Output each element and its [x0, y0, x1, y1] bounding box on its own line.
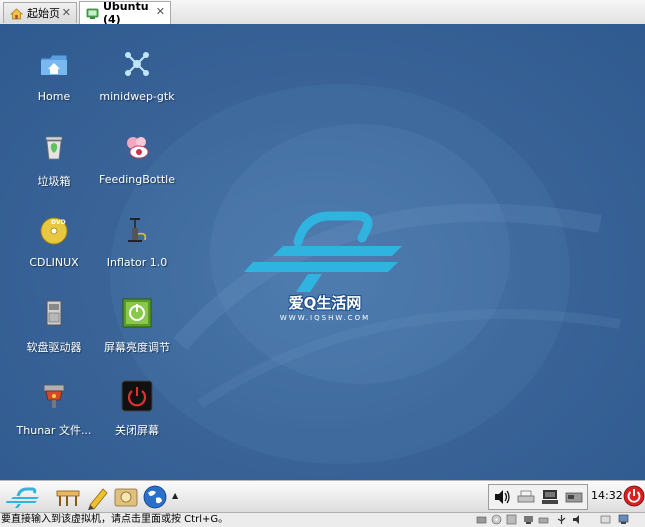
desktop-icon[interactable] [55, 484, 81, 510]
watermark: 爱Q生活网 WWW.IQSHW.COM [270, 292, 380, 322]
desktop-icon-screen-off[interactable]: 关闭屏幕 [91, 376, 183, 446]
desktop-icon-home[interactable]: Home [8, 44, 100, 114]
desktop-icon-brightness[interactable]: 屏幕亮度调节 [91, 293, 183, 363]
close-icon[interactable]: ✕ [62, 6, 71, 19]
desktop-icon-label: CDLINUX [29, 256, 79, 269]
desktop-icon-feedingbottle[interactable]: FeedingBottle [91, 127, 183, 197]
minidwep-icon [125, 52, 149, 76]
display-icon[interactable] [618, 514, 629, 525]
desktop-icon-label: 垃圾箱 [37, 175, 71, 188]
desktop-icon-inflator[interactable]: Inflator 1.0 [91, 210, 183, 280]
inflator-pump-icon [128, 218, 147, 242]
arrow-up-icon[interactable]: ▲ [172, 491, 178, 500]
audio-status-icon[interactable] [572, 514, 583, 525]
vm-icon [86, 8, 99, 19]
dvd-icon: DVD [40, 217, 68, 245]
network-icon[interactable] [541, 489, 559, 505]
watermark-brand: 爱Q生活网 [288, 294, 362, 312]
taskbar: ▲ 14:32 [0, 480, 645, 513]
usb-icon[interactable] [556, 514, 567, 525]
feedingbottle-icon [127, 137, 149, 159]
desktop: 爱Q生活网 WWW.IQSHW.COM Home 垃圾箱 DVD CDLINUX [0, 24, 645, 480]
desktop-icon-minidwep[interactable]: minidwep-gtk [91, 44, 183, 114]
close-icon[interactable]: ✕ [156, 5, 165, 18]
desktop-icon-label: 关闭屏幕 [115, 424, 159, 437]
desktop-icon-trash[interactable]: 垃圾箱 [8, 127, 100, 197]
home-icon [10, 7, 23, 19]
device-icon[interactable] [565, 489, 583, 505]
desktop-icon-label: 屏幕亮度调节 [104, 341, 170, 354]
printer-icon[interactable] [517, 489, 535, 505]
desktop-icon-label: Home [37, 90, 71, 103]
desktop-icon-label: 软盘驱动器 [26, 341, 82, 354]
status-message: 要直接输入到该虚拟机，请点击里面或按 Ctrl+G。 [1, 514, 229, 525]
printer-status-icon[interactable] [538, 514, 549, 525]
watermark-url: WWW.IQSHW.COM [279, 314, 371, 322]
floppy-drive-icon [46, 300, 62, 326]
desktop-icon-label: FeedingBottle [99, 173, 175, 186]
tab-bar: 起始页 ✕ Ubuntu (4) ✕ [0, 0, 645, 26]
tab-ubuntu[interactable]: Ubuntu (4) ✕ [79, 0, 171, 26]
network-status-icon[interactable] [523, 514, 534, 525]
desktop-icon-label: Inflator 1.0 [106, 256, 168, 269]
brightness-icon [122, 298, 152, 328]
desktop-icon-label: minidwep-gtk [99, 90, 175, 103]
hdd-icon[interactable] [476, 514, 487, 525]
volume-icon[interactable] [493, 489, 511, 505]
screen-off-icon [121, 380, 153, 412]
desktop-icon-thunar[interactable]: Thunar 文件... [8, 376, 100, 446]
tab-start-page[interactable]: 起始页 ✕ [3, 2, 77, 23]
desktop-icon-cdlinux[interactable]: DVD CDLINUX [8, 210, 100, 280]
tab-label: 起始页 [27, 7, 60, 20]
svg-text:DVD: DVD [51, 219, 66, 226]
logo-icon [244, 211, 402, 292]
system-tray [488, 484, 588, 510]
start-menu-icon[interactable] [6, 484, 40, 510]
editor-icon[interactable] [85, 484, 111, 510]
message-icon[interactable] [600, 514, 611, 525]
thunar-icon [43, 384, 65, 408]
browser-icon[interactable] [142, 484, 168, 510]
power-icon[interactable] [623, 485, 645, 507]
file-manager-icon[interactable] [113, 484, 139, 510]
desktop-icon-floppy[interactable]: 软盘驱动器 [8, 293, 100, 363]
desktop-icon-label: Thunar 文件... [16, 424, 92, 437]
clock[interactable]: 14:32 [591, 489, 623, 502]
status-bar: 要直接输入到该虚拟机，请点击里面或按 Ctrl+G。 [0, 512, 645, 527]
home-folder-icon [40, 54, 68, 76]
floppy-icon[interactable] [506, 514, 517, 525]
trash-icon [45, 136, 63, 160]
cd-icon[interactable] [491, 514, 502, 525]
